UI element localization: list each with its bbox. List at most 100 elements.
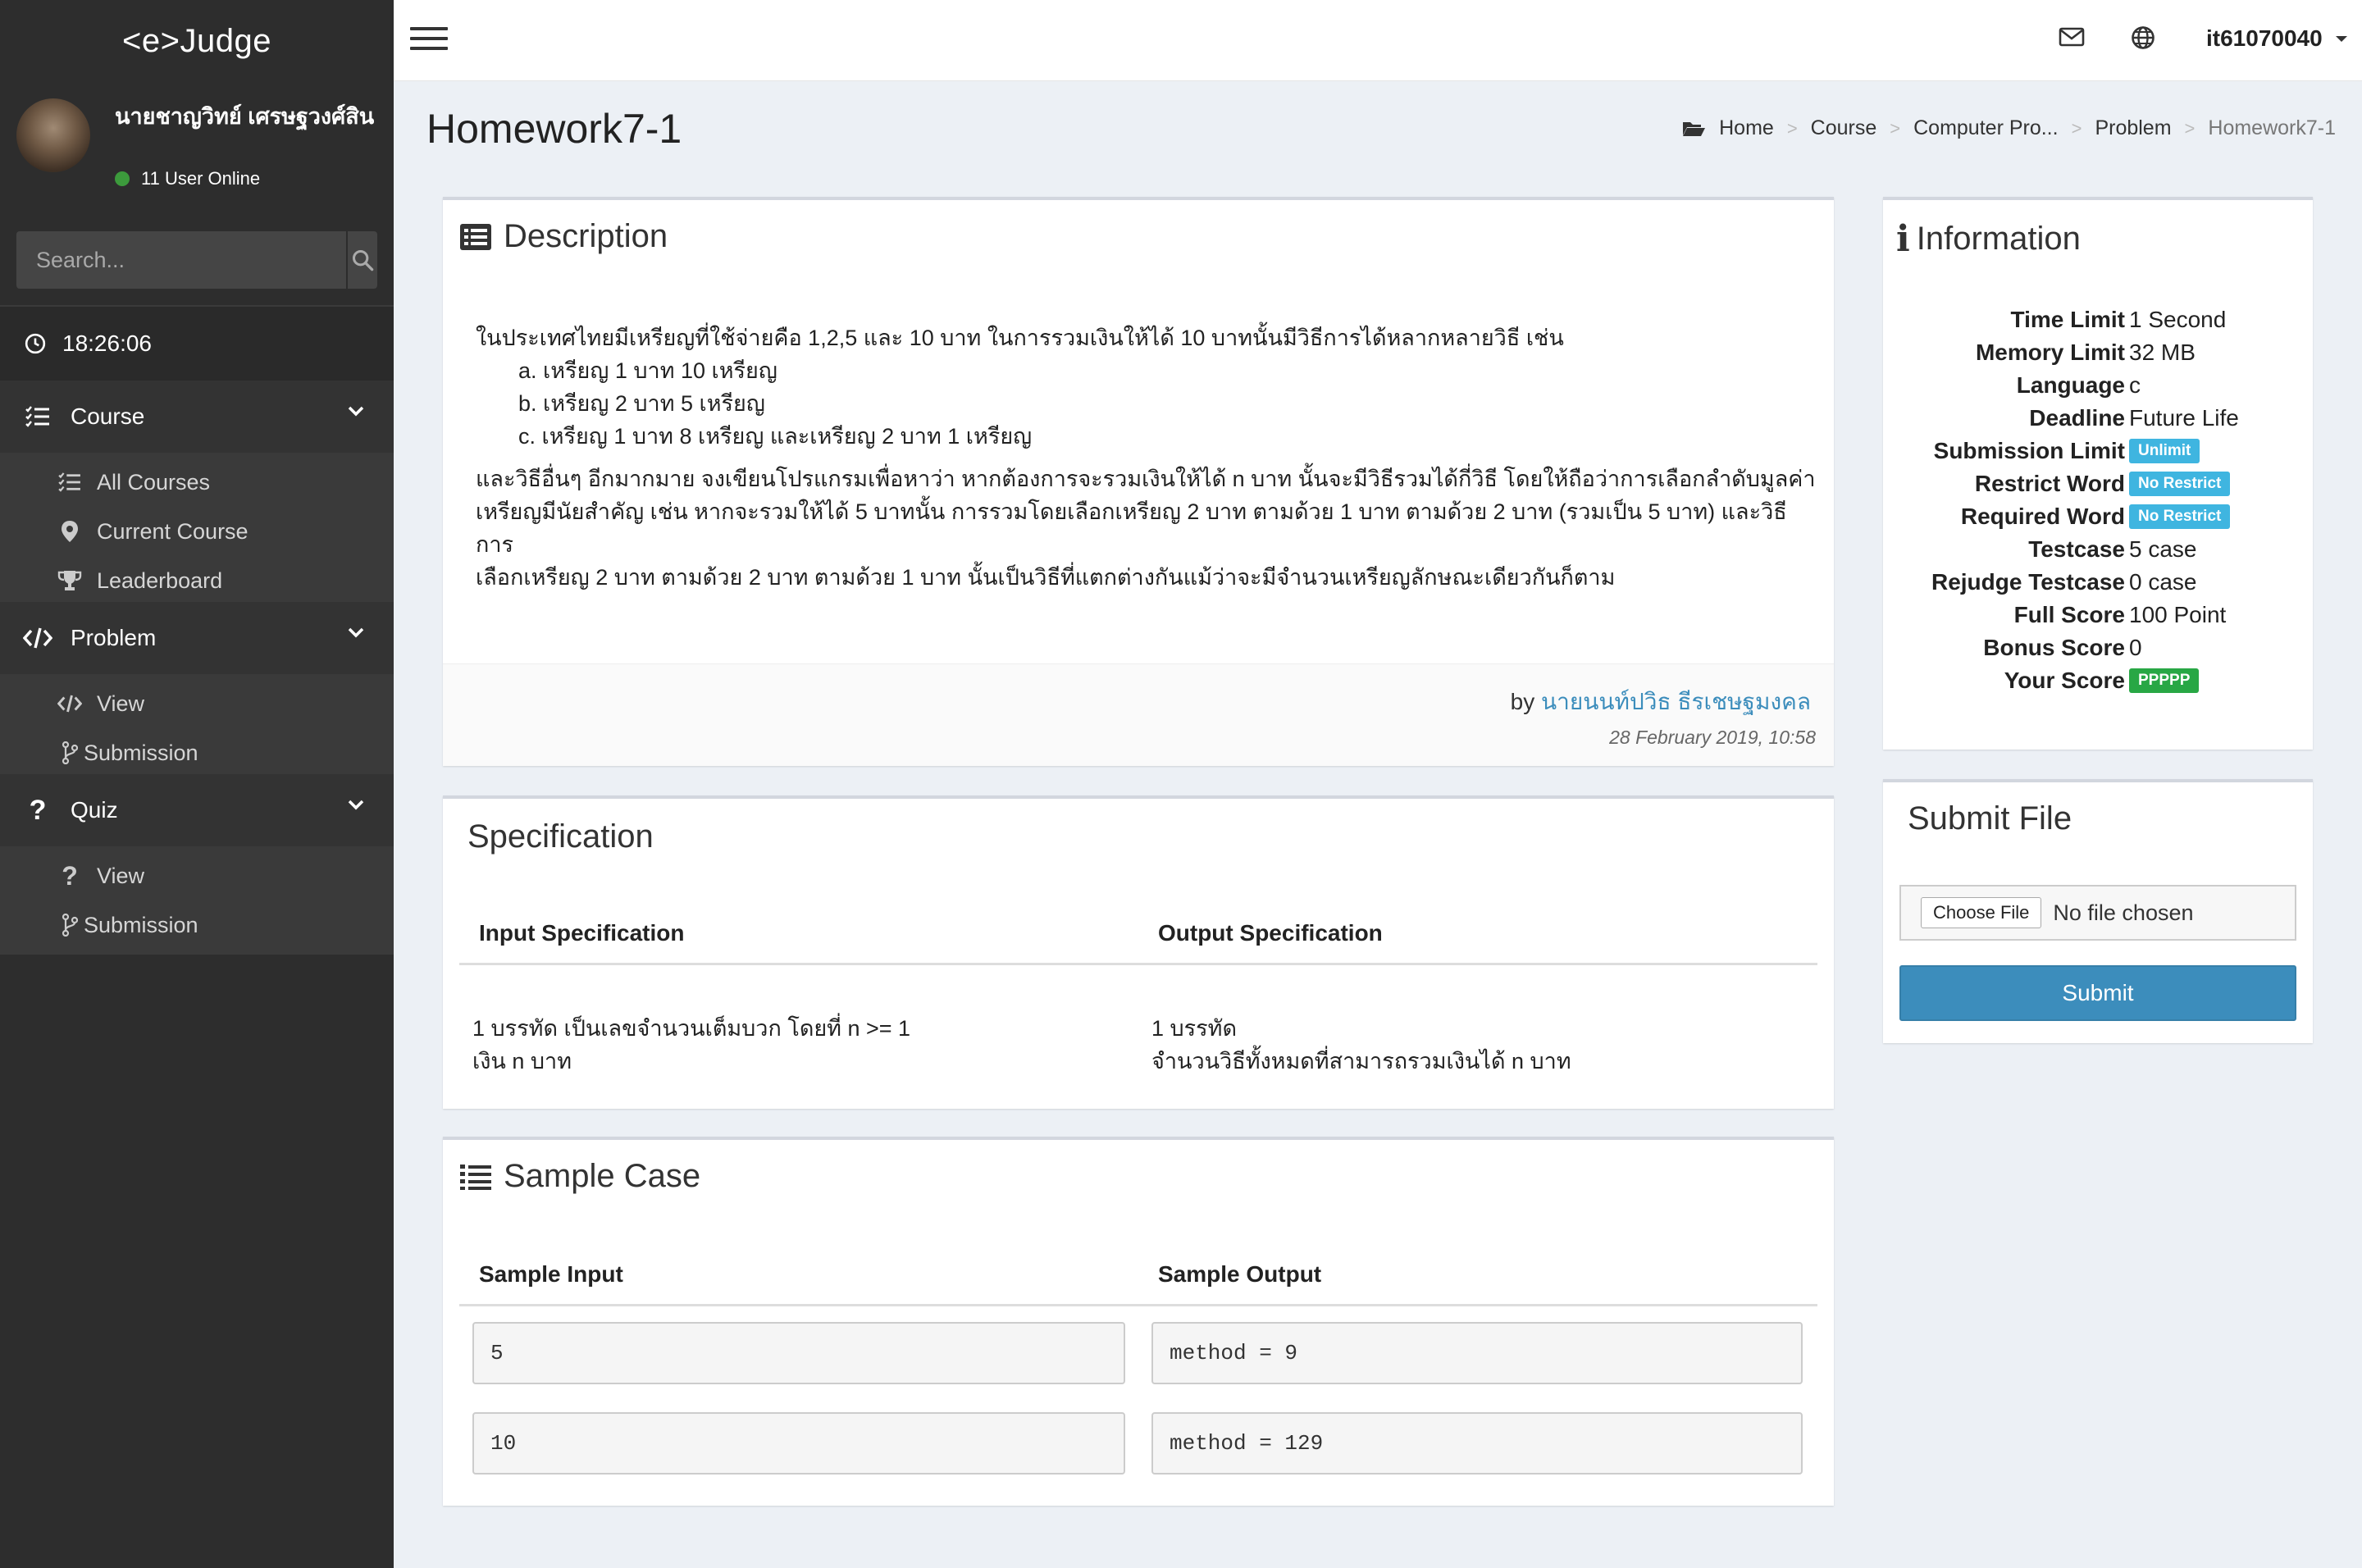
code-icon [23, 627, 52, 649]
status-badge: PPPPP [2129, 668, 2200, 693]
info-label: Your Score [2004, 668, 2125, 693]
sidebar-item-problem-view[interactable]: View [0, 679, 394, 728]
info-value: 5 case [2129, 536, 2197, 562]
file-input: Choose File No file chosen [1899, 885, 2296, 941]
description-paragraph-line: และวิธีอื่นๆ อีกมากมาย จงเขียนโปรแกรมเพื… [476, 467, 1816, 491]
sidebar-item-current-course[interactable]: Current Course [0, 507, 394, 556]
description-body: ในประเทศไทยมีเหรียญที่ใช้จ่ายคือ 1,2,5 แ… [476, 321, 1821, 594]
app-logo[interactable]: <e>Judge [0, 0, 394, 82]
menu-course[interactable]: Course [0, 381, 394, 453]
breadcrumb: Home > Course > Computer Pro... > Proble… [1681, 116, 2336, 140]
description-list-item: c. เหรียญ 1 บาท 8 เหรียญ และเหรียญ 2 บาท… [518, 424, 1033, 449]
post-date: 28 February 2019, 10:58 [1609, 727, 1816, 748]
user-name: นายชาญวิทย์ เศรษฐวงศ์สิน [115, 104, 375, 129]
info-label: Required Word [1960, 504, 2125, 529]
info-row: Time Limit 1 Second [1883, 307, 2326, 340]
status-badge: Unlimit [2129, 439, 2200, 463]
menu-section-quiz: ? Quiz ? View Submission [0, 774, 394, 955]
sidebar-item-label: Submission [84, 740, 198, 765]
sidebar-item-label: View [97, 863, 145, 888]
output-spec-cell: 1 บรรทัด จำนวนวิธีทั้งหมดที่สามารถรวมเงิ… [1151, 1012, 1571, 1078]
breadcrumb-separator: > [2184, 117, 2196, 139]
menu-problem-label: Problem [71, 625, 157, 650]
sidebar-item-label: All Courses [97, 469, 211, 495]
submit-file-box: Submit File Choose File No file chosen S… [1883, 779, 2313, 1043]
globe-icon[interactable] [2131, 25, 2155, 54]
description-paragraph-line: เลือกเหรียญ 2 บาท ตามด้วย 2 บาท ตามด้วย … [476, 565, 1616, 590]
info-value: c [2129, 372, 2141, 398]
avatar [16, 98, 90, 172]
info-row: Restrict Word No Restrict [1883, 471, 2326, 504]
breadcrumb-computer-pro[interactable]: Computer Pro... [1913, 116, 2058, 140]
user-menu[interactable]: it61070040 [2206, 25, 2349, 52]
info-row: Deadline Future Life [1883, 405, 2326, 438]
sample-output-box[interactable]: method = 9 [1151, 1322, 1803, 1384]
info-label: Language [2016, 372, 2125, 398]
info-label: Full Score [2013, 602, 2125, 627]
info-value: Future Life [2129, 405, 2239, 431]
info-row: Language c [1883, 372, 2326, 405]
sample-input-box[interactable]: 10 [472, 1412, 1125, 1475]
output-spec-line: 1 บรรทัด [1151, 1016, 1237, 1041]
sidebar-item-problem-submission[interactable]: Submission [0, 728, 394, 777]
sidebar-item-leaderboard[interactable]: Leaderboard [0, 556, 394, 605]
menu-quiz[interactable]: ? Quiz [0, 774, 394, 846]
info-label: Bonus Score [1983, 635, 2125, 660]
top-navbar: it61070040 [394, 0, 2362, 81]
info-value: 100 Point [2129, 602, 2227, 627]
specification-title: Specification [467, 818, 654, 855]
breadcrumb-separator: > [1786, 117, 1798, 139]
list-check-icon [23, 406, 52, 427]
output-spec-header: Output Specification [1158, 920, 1383, 946]
breadcrumb-problem[interactable]: Problem [2095, 116, 2171, 140]
search-button[interactable] [346, 231, 377, 289]
submenu-quiz: ? View Submission [0, 846, 394, 955]
envelope-icon[interactable] [2059, 26, 2085, 52]
info-label: Testcase [2028, 536, 2125, 562]
description-footer: by นายนนท์ปวิธ ธีรเชษฐมงคล 28 February 2… [443, 663, 1834, 766]
info-row: Full Score 100 Point [1883, 602, 2326, 635]
bars-icon[interactable] [410, 27, 448, 57]
status-badge: No Restrict [2129, 504, 2231, 529]
sample-input-box[interactable]: 5 [472, 1322, 1125, 1384]
sample-case-box: Sample Case Sample Input Sample Output 5… [443, 1137, 1834, 1506]
list-check-icon [57, 472, 82, 492]
menu-course-label: Course [71, 403, 145, 429]
sample-output-box[interactable]: method = 129 [1151, 1412, 1803, 1475]
menu-problem[interactable]: Problem [0, 602, 394, 674]
chevron-down-icon [348, 406, 364, 417]
clock-icon [25, 333, 46, 354]
search-input[interactable] [16, 231, 346, 289]
breadcrumb-separator: > [2071, 117, 2082, 139]
sidebar-item-label: Leaderboard [97, 567, 223, 593]
info-value: 32 MB [2129, 340, 2196, 365]
info-label: Deadline [2029, 405, 2125, 431]
info-row: Required Word No Restrict [1883, 504, 2326, 536]
info-value: No Restrict [2129, 471, 2231, 499]
description-intro: ในประเทศไทยมีเหรียญที่ใช้จ่ายคือ 1,2,5 แ… [476, 326, 1564, 350]
by-prefix: by [1510, 689, 1535, 714]
breadcrumb-course[interactable]: Course [1811, 116, 1877, 140]
sidebar-item-all-courses[interactable]: All Courses [0, 458, 394, 507]
submit-file-title: Submit File [1908, 800, 2072, 836]
submit-button[interactable]: Submit [1899, 965, 2296, 1021]
input-spec-cell: 1 บรรทัด เป็นเลขจำนวนเต็มบวก โดยที่ n >=… [472, 1012, 910, 1078]
breadcrumb-home[interactable]: Home [1719, 116, 1774, 140]
menu-section-problem: Problem View Submission [0, 602, 394, 782]
author-link[interactable]: นายนนท์ปวิธ ธีรเชษฐมงคล [1541, 689, 1811, 714]
sidebar-item-quiz-submission[interactable]: Submission [0, 900, 394, 950]
output-spec-line: จำนวนวิธีทั้งหมดที่สามารถรวมเงินได้ n บา… [1151, 1049, 1571, 1073]
question-icon: ? [62, 860, 78, 891]
no-file-text: No file chosen [2053, 900, 2194, 925]
info-row: Submission Limit Unlimit [1883, 438, 2326, 471]
list-ol-icon [460, 1164, 491, 1190]
choose-file-button[interactable]: Choose File [1921, 897, 2042, 928]
chevron-down-icon [348, 800, 364, 810]
info-row: Bonus Score 0 [1883, 635, 2326, 668]
search-form [16, 231, 377, 289]
code-branch-icon [57, 741, 82, 764]
input-spec-line: 1 บรรทัด เป็นเลขจำนวนเต็มบวก โดยที่ n >=… [472, 1016, 911, 1041]
description-list-item: b. เหรียญ 2 บาท 5 เหรียญ [518, 391, 765, 416]
clock: 18:26:06 [0, 305, 394, 381]
sidebar-item-quiz-view[interactable]: ? View [0, 851, 394, 900]
